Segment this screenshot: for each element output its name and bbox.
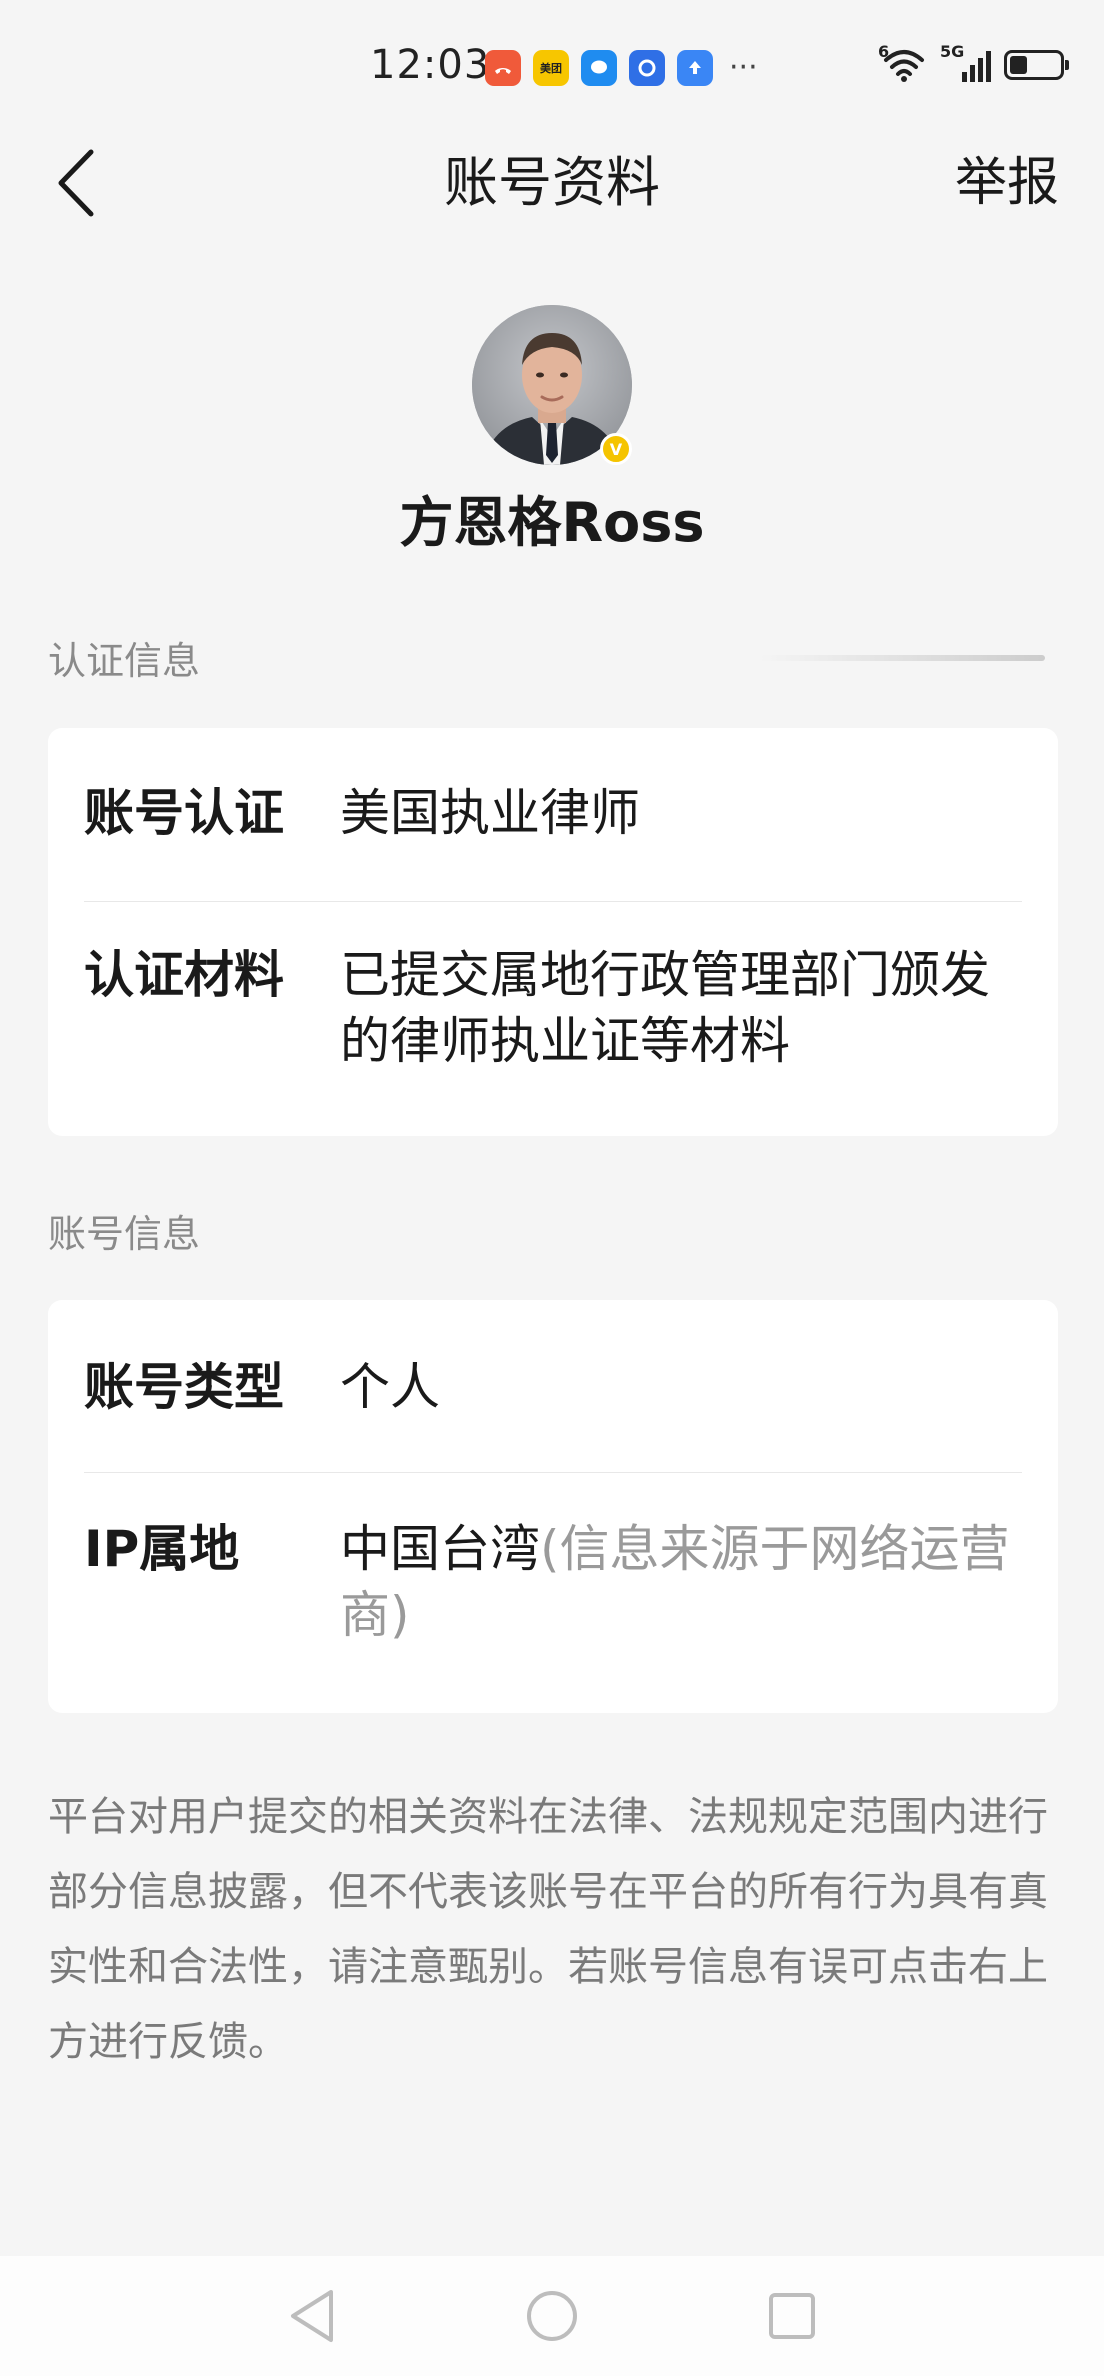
row-label: 账号认证 — [84, 784, 284, 842]
battery-icon — [1004, 50, 1069, 80]
notification-icons: 美团 ··· — [485, 50, 758, 86]
row-value: 已提交属地行政管理部门颁发的律师执业证等材料 — [340, 946, 990, 1070]
wifi-icon: 6 — [878, 42, 928, 84]
row-value: 中国台湾(信息来源于网络运营商) — [340, 1516, 1022, 1648]
status-right: 6 5G — [878, 42, 1069, 84]
meituan-icon: 美团 — [533, 50, 569, 86]
wifi-label: 6 — [878, 42, 890, 61]
avatar[interactable]: V — [472, 305, 632, 465]
message-icon — [581, 50, 617, 86]
report-button[interactable]: 举报 — [955, 150, 1059, 216]
square-recents-icon — [769, 2293, 815, 2339]
circle-home-icon — [527, 2291, 577, 2341]
missed-call-icon — [485, 50, 521, 86]
disclaimer-text: 平台对用户提交的相关资料在法律、法规规定范围内进行部分信息披露，但不代表该账号在… — [48, 1794, 1048, 2065]
divider — [84, 901, 1022, 902]
section-label-certification: 认证信息 — [48, 639, 201, 683]
decorative-line — [760, 655, 1045, 661]
row-label: 账号类型 — [84, 1358, 284, 1416]
signal-icon: 5G — [940, 42, 992, 84]
app-icon — [629, 50, 665, 86]
nav-bar: 账号资料 举报 — [0, 130, 1104, 235]
system-back-button[interactable] — [282, 2286, 342, 2346]
system-home-button[interactable] — [522, 2286, 582, 2346]
section-label-account: 账号信息 — [48, 1212, 201, 1256]
upload-icon — [677, 50, 713, 86]
certification-card: 账号认证 美国执业律师 认证材料 已提交属地行政管理部门颁发的律师执业证等材料 — [48, 728, 1058, 1136]
page-title: 账号资料 — [444, 151, 660, 214]
row-value: 美国执业律师 — [340, 784, 640, 842]
status-bar: 12:03 美团 ··· 6 5G — [0, 0, 1104, 130]
verified-badge-icon: V — [600, 433, 632, 465]
system-nav-bar — [0, 2256, 1104, 2376]
profile-name: 方恩格Ross — [399, 491, 705, 554]
ip-location-value: 中国台湾 — [340, 1520, 540, 1578]
network-label: 5G — [940, 42, 965, 61]
divider — [84, 1472, 1022, 1473]
battery-level — [1010, 56, 1027, 74]
status-time: 12:03 — [370, 42, 491, 88]
account-card: 账号类型 个人 IP属地 中国台湾(信息来源于网络运营商) — [48, 1300, 1058, 1713]
row-label: 认证材料 — [84, 946, 284, 1004]
row-label: IP属地 — [84, 1520, 240, 1578]
system-recents-button[interactable] — [762, 2286, 822, 2346]
more-notifications-icon: ··· — [729, 50, 758, 85]
row-value: 个人 — [340, 1358, 440, 1416]
triangle-back-icon — [291, 2290, 333, 2342]
